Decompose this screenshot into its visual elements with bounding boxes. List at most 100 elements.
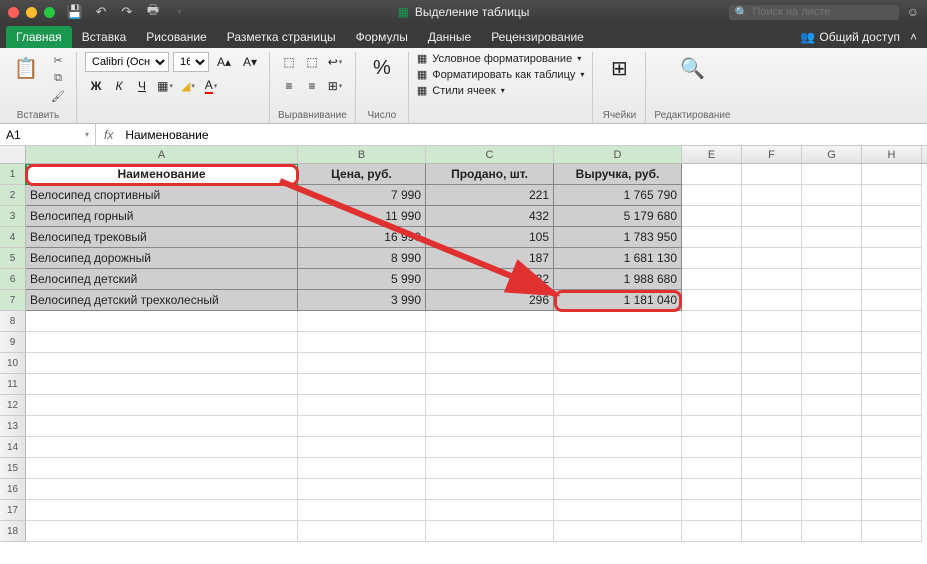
cell[interactable] (298, 374, 426, 395)
cell[interactable] (554, 395, 682, 416)
col-header-H[interactable]: H (862, 146, 922, 163)
editing-button[interactable]: 🔍 (654, 52, 730, 84)
cell[interactable] (682, 248, 742, 269)
cell[interactable] (682, 395, 742, 416)
cell[interactable]: 5 990 (298, 269, 426, 290)
tab-home[interactable]: Главная (6, 26, 72, 48)
cell[interactable] (554, 500, 682, 521)
cell[interactable] (426, 437, 554, 458)
cell[interactable] (426, 479, 554, 500)
cell[interactable] (742, 437, 802, 458)
conditional-formatting-button[interactable]: ▦ Условное форматирование ▾ (417, 52, 585, 65)
user-icon[interactable]: ☺ (907, 5, 919, 19)
cell[interactable] (862, 206, 922, 227)
cell[interactable] (554, 416, 682, 437)
cell[interactable] (802, 269, 862, 290)
cell[interactable] (802, 290, 862, 311)
cell[interactable]: 221 (426, 185, 554, 206)
cell[interactable]: 1 681 130 (554, 248, 682, 269)
cell[interactable]: 187 (426, 248, 554, 269)
worksheet-grid[interactable]: A B C D E F G H 1 Наименование Цена, руб… (0, 146, 927, 564)
cell[interactable] (298, 395, 426, 416)
cell[interactable] (298, 416, 426, 437)
close-icon[interactable] (8, 7, 19, 18)
format-painter-icon[interactable]: 🖌 (48, 88, 68, 104)
percent-button[interactable]: % (364, 52, 400, 84)
align-middle-icon[interactable]: ⬚ (301, 52, 323, 72)
row-header[interactable]: 17 (0, 500, 26, 521)
cell[interactable] (742, 206, 802, 227)
cut-icon[interactable]: ✂ (48, 52, 68, 68)
cell[interactable] (802, 437, 862, 458)
tab-page-layout[interactable]: Разметка страницы (217, 26, 346, 48)
underline-button[interactable]: Ч (131, 76, 153, 96)
cell[interactable]: 5 179 680 (554, 206, 682, 227)
minimize-icon[interactable] (26, 7, 37, 18)
font-name-select[interactable]: Calibri (Осн... (85, 52, 169, 72)
cell[interactable] (298, 437, 426, 458)
row-header[interactable]: 10 (0, 353, 26, 374)
copy-icon[interactable]: ⧉ (48, 70, 68, 86)
cell[interactable] (742, 374, 802, 395)
cell[interactable] (554, 458, 682, 479)
cell[interactable] (802, 332, 862, 353)
tab-draw[interactable]: Рисование (136, 26, 216, 48)
cell[interactable]: 16 990 (298, 227, 426, 248)
cell[interactable] (26, 500, 298, 521)
cell-styles-button[interactable]: ▦ Стили ячеек ▾ (417, 84, 585, 97)
cell[interactable] (682, 500, 742, 521)
cell[interactable] (862, 395, 922, 416)
cell[interactable] (802, 227, 862, 248)
cell[interactable] (862, 521, 922, 542)
increase-font-icon[interactable]: A▴ (213, 52, 235, 72)
maximize-icon[interactable] (44, 7, 55, 18)
tab-data[interactable]: Данные (418, 26, 481, 48)
cell[interactable] (862, 458, 922, 479)
font-size-select[interactable]: 16 (173, 52, 209, 72)
cell[interactable] (682, 521, 742, 542)
cell[interactable] (862, 416, 922, 437)
cell[interactable] (554, 479, 682, 500)
tab-formulas[interactable]: Формулы (346, 26, 418, 48)
cell[interactable] (862, 311, 922, 332)
row-header[interactable]: 6 (0, 269, 26, 290)
cell[interactable] (862, 185, 922, 206)
name-box[interactable]: ▾ (0, 124, 96, 145)
cell[interactable] (682, 479, 742, 500)
cell[interactable] (742, 458, 802, 479)
cell[interactable]: Наименование (26, 164, 298, 185)
row-header[interactable]: 18 (0, 521, 26, 542)
cell[interactable]: Выручка, руб. (554, 164, 682, 185)
cell[interactable] (802, 500, 862, 521)
row-header[interactable]: 2 (0, 185, 26, 206)
cell[interactable] (862, 500, 922, 521)
cell[interactable]: 1 988 680 (554, 269, 682, 290)
cell[interactable] (802, 311, 862, 332)
cell[interactable] (298, 479, 426, 500)
row-header[interactable]: 11 (0, 374, 26, 395)
cell[interactable] (426, 521, 554, 542)
redo-icon[interactable]: ↷ (119, 4, 135, 20)
row-header[interactable]: 1 (0, 164, 26, 185)
cell[interactable] (26, 479, 298, 500)
cell[interactable] (802, 416, 862, 437)
fx-icon[interactable]: fx (96, 128, 121, 142)
cell[interactable] (802, 353, 862, 374)
row-header[interactable]: 4 (0, 227, 26, 248)
cell[interactable]: Велосипед детский трехколесный (26, 290, 298, 311)
cell[interactable] (742, 311, 802, 332)
cell[interactable] (862, 374, 922, 395)
cell[interactable] (682, 332, 742, 353)
cell[interactable] (742, 227, 802, 248)
cells-button[interactable]: ⊞ (601, 52, 637, 84)
cell[interactable] (26, 395, 298, 416)
cell[interactable] (742, 479, 802, 500)
merge-icon[interactable]: ⊞ (324, 76, 346, 96)
formula-input[interactable] (121, 128, 927, 142)
cell[interactable]: 1 765 790 (554, 185, 682, 206)
cell[interactable] (298, 332, 426, 353)
row-header[interactable]: 5 (0, 248, 26, 269)
cell[interactable]: 7 990 (298, 185, 426, 206)
cell[interactable] (802, 206, 862, 227)
cell[interactable] (742, 164, 802, 185)
